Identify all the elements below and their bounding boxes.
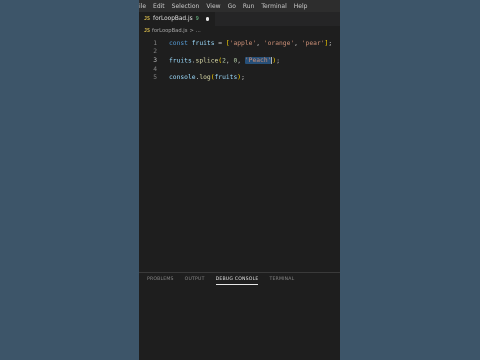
line-number: 5 [153,74,157,82]
code-text: console.log(fruits); [169,74,245,82]
unsaved-dot-icon[interactable] [205,17,210,21]
tab-terminal[interactable]: TERMINAL [269,277,294,285]
line-number: 2 [153,48,157,56]
code-line-2: 2 [139,48,340,57]
javascript-file-icon: JS [144,16,151,22]
tab-filename: forLoopBad.js [153,16,193,22]
menu-edit[interactable]: Edit [153,3,165,10]
code-text: fruits.splice(2, 0, 'Peach'); [169,56,281,65]
menu-bar: ile Edit Selection View Go Run Terminal … [139,0,340,12]
menu-view[interactable]: View [206,3,220,10]
tab-forloopbad[interactable]: JS forLoopBad.js 9 [139,12,216,26]
code-line-1: 1 const fruits = ['apple', 'orange', 'pe… [139,39,340,48]
code-text: const fruits = ['apple', 'orange', 'pear… [169,39,333,47]
code-line-3: 3 fruits.splice(2, 0, 'Peach'); [139,56,340,65]
tab-problems-count: 9 [195,16,199,22]
menu-selection[interactable]: Selection [172,3,200,10]
breadcrumb-separator: > [189,28,194,34]
menu-file[interactable]: ile [139,3,146,10]
menu-go[interactable]: Go [228,3,236,10]
code-line-4: 4 [139,65,340,74]
right-background [340,0,480,360]
editor-tab-bar: JS forLoopBad.js 9 [139,12,340,26]
panel-tabs: PROBLEMS OUTPUT DEBUG CONSOLE TERMINAL [139,273,340,285]
menu-help[interactable]: Help [294,3,308,10]
tab-debug-console[interactable]: DEBUG CONSOLE [215,277,259,285]
code-line-5: 5 console.log(fruits); [139,73,340,82]
javascript-file-icon: JS [144,28,151,34]
vscode-window: ile Edit Selection View Go Run Terminal … [139,0,340,360]
selected-text[interactable]: 'Peach' [244,57,272,65]
tab-output[interactable]: OUTPUT [185,277,205,285]
left-background [0,0,139,360]
code-editor[interactable]: 1 const fruits = ['apple', 'orange', 'pe… [139,36,340,82]
line-number: 1 [153,39,157,47]
breadcrumb-file[interactable]: forLoopBad.js [152,28,187,34]
breadcrumb-trail[interactable]: ... [196,28,201,34]
menu-terminal[interactable]: Terminal [261,3,286,10]
tab-problems[interactable]: PROBLEMS [147,277,174,285]
line-number: 3 [153,56,157,64]
bottom-panel: PROBLEMS OUTPUT DEBUG CONSOLE TERMINAL [139,272,340,360]
menu-run[interactable]: Run [243,3,255,10]
line-number: 4 [153,65,157,73]
breadcrumb: JS forLoopBad.js > ... [139,26,340,36]
